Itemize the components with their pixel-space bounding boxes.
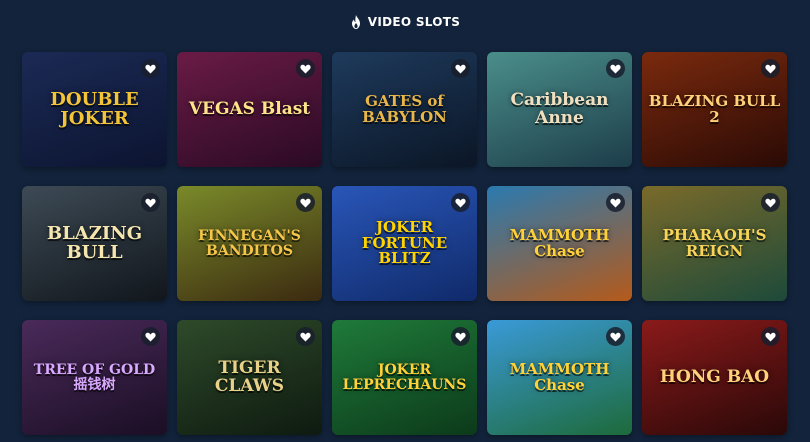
heart-icon bbox=[145, 64, 156, 73]
game-title: BLAZING BULL bbox=[46, 222, 143, 263]
game-tile-hong-bao[interactable]: HONG BAO bbox=[642, 320, 787, 435]
favorite-button[interactable] bbox=[606, 193, 625, 212]
games-grid: DOUBLE JOKER VEGAS Blast GATES of BABYLO… bbox=[22, 52, 787, 435]
heart-icon bbox=[455, 198, 466, 207]
heart-icon bbox=[145, 198, 156, 207]
game-title: JOKER FORTUNE BLITZ bbox=[361, 217, 448, 268]
flame-icon bbox=[351, 15, 360, 29]
game-title: MAMMOTH Chase bbox=[509, 359, 610, 394]
favorite-button[interactable] bbox=[761, 327, 780, 346]
favorite-button[interactable] bbox=[296, 59, 315, 78]
game-tile-tree-of-gold[interactable]: TREE OF GOLD 摇钱树 bbox=[22, 320, 167, 435]
game-tile-mammoth-chase-2[interactable]: MAMMOTH Chase bbox=[487, 320, 632, 435]
game-title: DOUBLE JOKER bbox=[50, 88, 139, 129]
favorite-button[interactable] bbox=[141, 327, 160, 346]
game-title: VEGAS Blast bbox=[188, 98, 311, 119]
favorite-button[interactable] bbox=[451, 59, 470, 78]
heart-icon bbox=[765, 64, 776, 73]
heart-icon bbox=[455, 64, 466, 73]
game-tile-blazing-bull[interactable]: BLAZING BULL bbox=[22, 186, 167, 301]
heart-icon bbox=[610, 332, 621, 341]
heart-icon bbox=[610, 64, 621, 73]
favorite-button[interactable] bbox=[296, 193, 315, 212]
game-title: HONG BAO bbox=[659, 366, 770, 387]
heart-icon bbox=[145, 332, 156, 341]
heart-icon bbox=[455, 332, 466, 341]
game-title: FINNEGAN'S BANDITOS bbox=[198, 227, 301, 259]
game-title: MAMMOTH Chase bbox=[509, 225, 610, 260]
favorite-button[interactable] bbox=[451, 327, 470, 346]
favorite-button[interactable] bbox=[296, 327, 315, 346]
favorite-button[interactable] bbox=[761, 193, 780, 212]
favorite-button[interactable] bbox=[761, 59, 780, 78]
section-title: VIDEO SLOTS bbox=[367, 15, 461, 29]
game-tile-tiger-claws[interactable]: TIGER CLAWS bbox=[177, 320, 322, 435]
heart-icon bbox=[300, 332, 311, 341]
favorite-button[interactable] bbox=[141, 59, 160, 78]
game-title: BLAZING BULL 2 bbox=[648, 91, 781, 126]
heart-icon bbox=[300, 198, 311, 207]
favorite-button[interactable] bbox=[606, 59, 625, 78]
favorite-button[interactable] bbox=[606, 327, 625, 346]
heart-icon bbox=[610, 198, 621, 207]
favorite-button[interactable] bbox=[451, 193, 470, 212]
game-tile-mammoth-chase[interactable]: MAMMOTH Chase bbox=[487, 186, 632, 301]
game-tile-pharaohs-reign[interactable]: PHARAOH'S REIGN bbox=[642, 186, 787, 301]
game-tile-vegas-blast[interactable]: VEGAS Blast bbox=[177, 52, 322, 167]
game-title: PHARAOH'S REIGN bbox=[662, 225, 767, 260]
game-title: TREE OF GOLD 摇钱树 bbox=[33, 361, 156, 393]
heart-icon bbox=[765, 198, 776, 207]
game-tile-finnegans-banditos[interactable]: FINNEGAN'S BANDITOS bbox=[177, 186, 322, 301]
favorite-button[interactable] bbox=[141, 193, 160, 212]
game-title: Caribbean Anne bbox=[510, 89, 609, 128]
game-title: TIGER CLAWS bbox=[214, 357, 285, 396]
game-tile-joker-fortune-blitz[interactable]: JOKER FORTUNE BLITZ bbox=[332, 186, 477, 301]
game-title: JOKER LEPRECHAUNS bbox=[342, 361, 467, 393]
heart-icon bbox=[765, 332, 776, 341]
game-tile-joker-leprechauns[interactable]: JOKER LEPRECHAUNS bbox=[332, 320, 477, 435]
game-tile-caribbean-anne[interactable]: Caribbean Anne bbox=[487, 52, 632, 167]
game-tile-blazing-bull-2[interactable]: BLAZING BULL 2 bbox=[642, 52, 787, 167]
game-title: GATES of BABYLON bbox=[362, 91, 447, 126]
game-tile-gates-of-babylon[interactable]: GATES of BABYLON bbox=[332, 52, 477, 167]
section-header: VIDEO SLOTS bbox=[0, 10, 810, 34]
heart-icon bbox=[300, 64, 311, 73]
game-tile-double-joker[interactable]: DOUBLE JOKER bbox=[22, 52, 167, 167]
